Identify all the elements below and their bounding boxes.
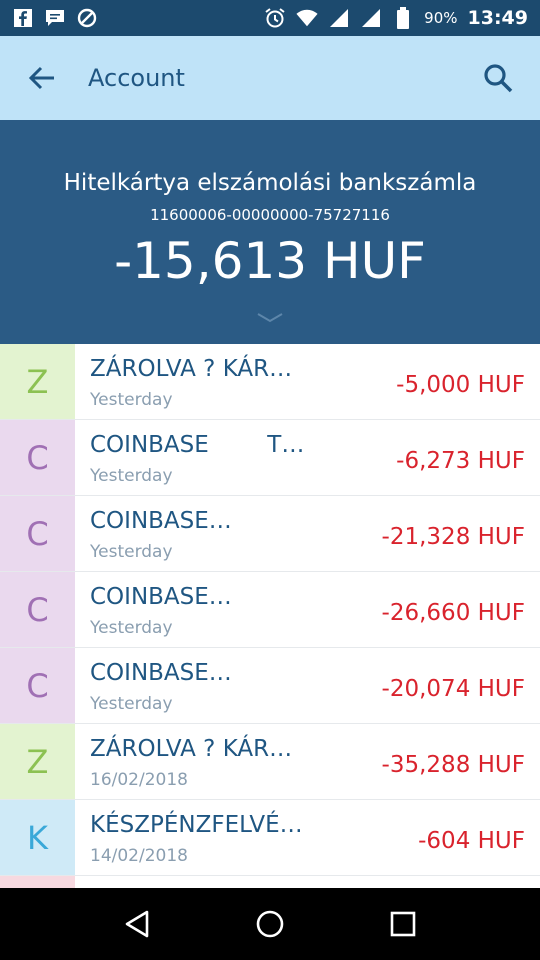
- transaction-row[interactable]: Z ZÁROLVA ? KÁR… 16/02/2018 -35,288 HUF: [0, 724, 540, 800]
- chevron-down-icon[interactable]: [256, 310, 284, 324]
- transaction-avatar: Z: [0, 344, 75, 419]
- transaction-row[interactable]: C COINBASE T… Yesterday -6,273 HUF: [0, 420, 540, 496]
- transaction-amount: -35,288 HUF: [381, 752, 525, 778]
- transaction-amount: -21,328 HUF: [381, 524, 525, 550]
- transaction-body: KÉSZPÉNZFELVÉ… 14/02/2018 -604 HUF: [75, 800, 540, 875]
- transaction-date: Yesterday: [90, 542, 173, 562]
- transaction-amount: -20,074 HUF: [381, 676, 525, 702]
- transaction-amount: -604 HUF: [418, 828, 525, 854]
- search-icon[interactable]: [476, 56, 520, 100]
- transaction-avatar: C: [0, 420, 75, 495]
- transaction-row[interactable]: C COINBASE… Yesterday -20,074 HUF: [0, 648, 540, 724]
- status-bar: 90% 13:49: [0, 0, 540, 36]
- transaction-title: COINBASE…: [90, 508, 232, 534]
- transaction-row-partial[interactable]: [0, 876, 540, 888]
- status-bar-left: [12, 7, 98, 29]
- signal-icon: [360, 7, 382, 29]
- account-number: 11600006-00000000-75727116: [150, 206, 390, 224]
- transaction-title: COINBASE…: [90, 584, 232, 610]
- transaction-avatar: [0, 876, 75, 888]
- nav-back-icon[interactable]: [115, 902, 159, 946]
- app-bar: Account: [0, 36, 540, 120]
- transaction-date: Yesterday: [90, 466, 173, 486]
- nav-home-icon[interactable]: [248, 902, 292, 946]
- transaction-avatar: C: [0, 572, 75, 647]
- status-bar-right: 90% 13:49: [264, 7, 528, 29]
- back-arrow-icon[interactable]: [22, 58, 62, 98]
- transaction-row[interactable]: C COINBASE… Yesterday -26,660 HUF: [0, 572, 540, 648]
- transaction-row[interactable]: C COINBASE… Yesterday -21,328 HUF: [0, 496, 540, 572]
- transaction-date: 14/02/2018: [90, 846, 188, 866]
- page-title: Account: [88, 64, 185, 92]
- transaction-body: COINBASE T… Yesterday -6,273 HUF: [75, 420, 540, 495]
- transaction-body: COINBASE… Yesterday -20,074 HUF: [75, 648, 540, 723]
- transaction-title: COINBASE…: [90, 660, 232, 686]
- transaction-avatar: C: [0, 648, 75, 723]
- transaction-avatar: C: [0, 496, 75, 571]
- transaction-list: Z ZÁROLVA ? KÁR… Yesterday -5,000 HUF C …: [0, 344, 540, 888]
- transaction-amount: -6,273 HUF: [396, 448, 525, 474]
- wifi-icon: [296, 7, 318, 29]
- messages-icon: [44, 7, 66, 29]
- account-name: Hitelkártya elszámolási bankszámla: [63, 170, 477, 196]
- navigation-bar: [0, 888, 540, 960]
- transaction-body: ZÁROLVA ? KÁR… 16/02/2018 -35,288 HUF: [75, 724, 540, 799]
- nav-recents-icon[interactable]: [381, 902, 425, 946]
- transaction-date: 16/02/2018: [90, 770, 188, 790]
- blocked-icon: [76, 7, 98, 29]
- battery-percent: 90%: [424, 9, 458, 27]
- transaction-body: COINBASE… Yesterday -21,328 HUF: [75, 496, 540, 571]
- alarm-icon: [264, 7, 286, 29]
- signal-icon: [328, 7, 350, 29]
- transaction-avatar: Z: [0, 724, 75, 799]
- transaction-amount: -5,000 HUF: [396, 372, 525, 398]
- transaction-date: Yesterday: [90, 390, 173, 410]
- battery-icon: [392, 7, 414, 29]
- transaction-avatar: K: [0, 800, 75, 875]
- transaction-title: ZÁROLVA ? KÁR…: [90, 736, 293, 762]
- account-balance: -15,613 HUF: [114, 232, 426, 290]
- transaction-date: Yesterday: [90, 694, 173, 714]
- transaction-row[interactable]: K KÉSZPÉNZFELVÉ… 14/02/2018 -604 HUF: [0, 800, 540, 876]
- account-header: Hitelkártya elszámolási bankszámla 11600…: [0, 120, 540, 344]
- transaction-body: COINBASE… Yesterday -26,660 HUF: [75, 572, 540, 647]
- transaction-title: ZÁROLVA ? KÁR…: [90, 356, 293, 382]
- transaction-title: COINBASE T…: [90, 432, 305, 458]
- facebook-icon: [12, 7, 34, 29]
- transaction-date: Yesterday: [90, 618, 173, 638]
- clock: 13:49: [467, 7, 528, 29]
- transaction-row[interactable]: Z ZÁROLVA ? KÁR… Yesterday -5,000 HUF: [0, 344, 540, 420]
- transaction-body: ZÁROLVA ? KÁR… Yesterday -5,000 HUF: [75, 344, 540, 419]
- transaction-amount: -26,660 HUF: [381, 600, 525, 626]
- transaction-title: KÉSZPÉNZFELVÉ…: [90, 812, 303, 838]
